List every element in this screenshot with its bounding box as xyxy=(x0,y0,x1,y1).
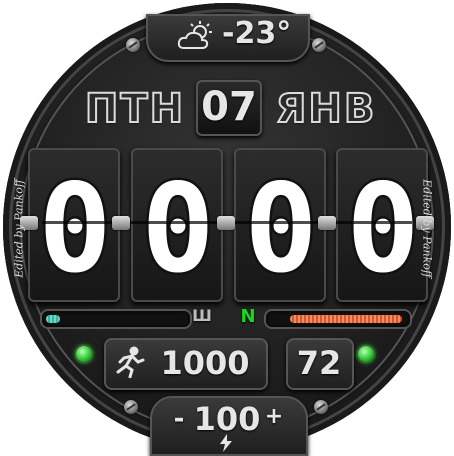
minute-tens-card: 0 xyxy=(234,148,326,303)
battery-minus: - xyxy=(173,404,185,434)
battery-value: 100 xyxy=(193,400,261,438)
screw-icon xyxy=(126,38,140,52)
screw-icon xyxy=(124,400,138,414)
right-progress-bar xyxy=(264,309,412,329)
month-label: ЯНВ xyxy=(275,85,377,133)
lightning-icon xyxy=(220,434,232,452)
screw-icon xyxy=(312,38,326,52)
hinge-icon xyxy=(112,216,130,230)
hour-tens-digit: 0 xyxy=(36,156,114,303)
minute-tens-digit: 0 xyxy=(242,156,320,303)
day-label: 07 xyxy=(201,84,257,130)
minute-ones-digit: 0 xyxy=(344,156,422,303)
middle-left-indicator: Ш xyxy=(192,306,212,325)
hour-ones-digit: 0 xyxy=(139,156,217,303)
left-progress-fill xyxy=(46,315,60,323)
left-progress-bar xyxy=(40,309,192,329)
hour-tens-card: 0 xyxy=(28,148,120,303)
partly-cloudy-icon xyxy=(177,21,212,49)
right-progress-fill xyxy=(290,315,402,323)
running-person-icon xyxy=(116,346,145,378)
side-text-left: Edited by Pankoff xyxy=(12,179,26,278)
battery-plus: + xyxy=(264,404,284,429)
heart-rate-value: 72 xyxy=(296,344,342,382)
side-text-right: Edited by Pankoff xyxy=(420,179,434,278)
hour-ones-card: 0 xyxy=(131,148,223,303)
minute-ones-card: 0 xyxy=(336,148,428,303)
status-led-left xyxy=(76,346,92,362)
hinge-icon xyxy=(217,216,235,230)
screw-icon xyxy=(314,400,328,414)
status-led-right xyxy=(358,346,374,362)
steps-value: 1000 xyxy=(160,344,250,382)
temperature-label: -23° xyxy=(222,16,292,51)
hinge-icon xyxy=(318,216,336,230)
middle-right-indicator: N xyxy=(240,306,256,327)
weekday-label: ПТН xyxy=(84,85,186,133)
